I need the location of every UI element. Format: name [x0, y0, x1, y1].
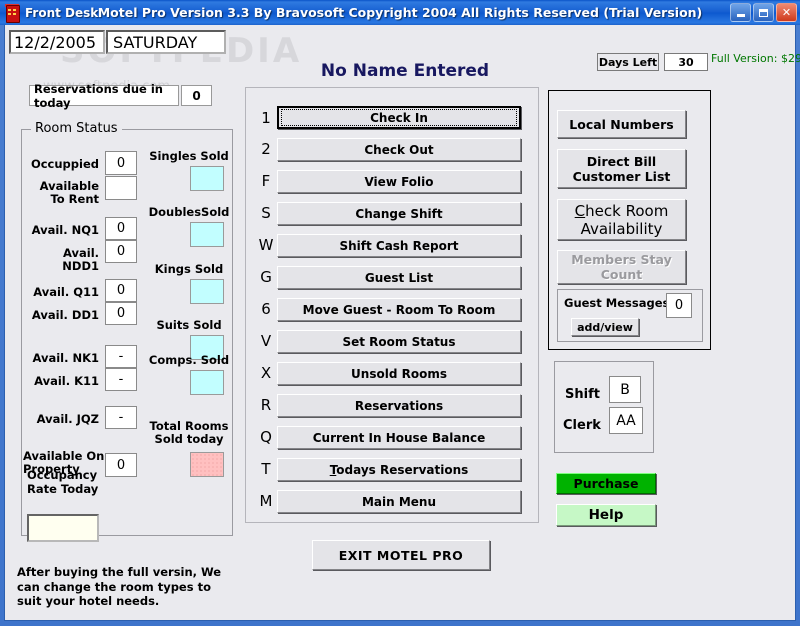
- room-status-title: Room Status: [31, 121, 122, 136]
- todays-reservations-button[interactable]: Todays Reservations: [277, 458, 521, 481]
- menu-key-s: S: [261, 204, 271, 222]
- sold-box-kings: [190, 279, 224, 304]
- footer-note: After buying the full versin, We can cha…: [17, 565, 222, 608]
- reservations-button[interactable]: Reservations: [277, 394, 521, 417]
- guest-name-display: No Name Entered: [320, 61, 490, 81]
- shift-cash-report-button[interactable]: Shift Cash Report: [277, 234, 521, 257]
- full-version-price: Full Version: $295.00: [711, 52, 800, 65]
- close-button[interactable]: ✕: [776, 3, 797, 22]
- view-folio-button[interactable]: View Folio: [277, 170, 521, 193]
- window-controls: ✕: [730, 3, 797, 22]
- move-guest-button[interactable]: Move Guest - Room To Room: [277, 298, 521, 321]
- room-status-value-available-to-rent: [105, 176, 137, 200]
- room-status-label-occupied: Occuppied: [30, 157, 99, 171]
- room-status-label-nq1: Avail. NQ1: [31, 223, 99, 237]
- title-bar: Front Desk Motel Pro Version 3.3 By Brav…: [0, 0, 800, 25]
- sold-label-total-rooms: Total Rooms Sold today: [149, 419, 229, 446]
- days-left-label: Days Left: [597, 53, 659, 71]
- room-status-value-q11: 0: [105, 279, 137, 302]
- sold-box-singles: [190, 166, 224, 191]
- menu-key-x: X: [260, 364, 272, 382]
- clerk-label: Clerk: [563, 418, 601, 433]
- guest-messages-label: Guest Messages: [564, 296, 670, 310]
- change-shift-button[interactable]: Change Shift: [277, 202, 521, 225]
- check-room-availability-button[interactable]: Check Room Availability: [557, 199, 686, 240]
- room-status-label-q11: Avail. Q11: [33, 285, 99, 299]
- room-status-label-jqz: Avail. JQZ: [36, 412, 99, 426]
- menu-key-g: G: [260, 268, 272, 286]
- room-status-label-nk1: Avail. NK1: [32, 351, 99, 365]
- direct-bill-customer-list-button[interactable]: Direct Bill Customer List: [557, 149, 686, 188]
- set-room-status-button[interactable]: Set Room Status: [277, 330, 521, 353]
- sold-label-singles: Singles Sold: [149, 149, 229, 163]
- local-numbers-button[interactable]: Local Numbers: [557, 110, 686, 138]
- maximize-button[interactable]: [753, 3, 774, 22]
- room-status-value-jqz: -: [105, 406, 137, 429]
- exit-motel-pro-button[interactable]: EXIT MOTEL PRO: [312, 540, 490, 570]
- days-left-value: 30: [664, 53, 708, 71]
- room-status-value-nq1: 0: [105, 217, 137, 240]
- minimize-button[interactable]: [730, 3, 751, 22]
- current-in-house-balance-button[interactable]: Current In House Balance: [277, 426, 521, 449]
- sold-label-kings: Kings Sold: [154, 262, 224, 276]
- room-status-label-ndd1: Avail. NDD1: [62, 246, 99, 273]
- room-status-value-occupied: 0: [105, 151, 137, 175]
- sold-box-comps: [190, 370, 224, 395]
- guest-messages-addview-button[interactable]: add/view: [571, 318, 639, 336]
- check-in-button[interactable]: Check In: [277, 106, 521, 129]
- motel-pro-window: Front Desk Motel Pro Version 3.3 By Brav…: [0, 0, 800, 626]
- check-room-availability-label: Check Room Availability: [574, 201, 669, 238]
- unsold-rooms-button[interactable]: Unsold Rooms: [277, 362, 521, 385]
- check-in-label: Check In: [281, 109, 517, 126]
- menu-key-t: T: [261, 460, 271, 478]
- minimize-icon: [736, 14, 745, 17]
- todays-reservations-label: Todays Reservations: [329, 462, 469, 477]
- shift-label: Shift: [565, 387, 600, 402]
- menu-key-f: F: [261, 172, 271, 190]
- room-status-value-dd1: 0: [105, 302, 137, 325]
- reservations-due-label: Reservations due in today: [29, 82, 179, 110]
- menu-key-m: M: [259, 492, 273, 510]
- clerk-value[interactable]: AA: [609, 407, 643, 434]
- menu-key-6: 6: [261, 300, 271, 318]
- maximize-icon: [759, 8, 768, 17]
- room-status-value-nk1: -: [105, 345, 137, 368]
- close-icon: ✕: [781, 6, 792, 19]
- menu-key-r: R: [260, 396, 272, 414]
- window-title: Motel Pro Version 3.3 By Bravosoft Copyr…: [97, 5, 703, 20]
- sold-box-total-rooms: [190, 452, 224, 477]
- purchase-button[interactable]: Purchase: [556, 473, 656, 494]
- room-status-value-ndd1: 0: [105, 240, 137, 263]
- help-button[interactable]: Help: [556, 504, 656, 526]
- hotel-building-icon: [3, 3, 21, 23]
- client-area: SOFTPEDIA www.softpedia.com 12/2/2005 SA…: [4, 25, 800, 621]
- guest-messages-count: 0: [666, 293, 692, 318]
- sold-label-comps: Comps. Sold: [148, 353, 230, 367]
- menu-key-q: Q: [260, 428, 272, 446]
- main-menu-button[interactable]: Main Menu: [277, 490, 521, 513]
- occupancy-rate-field[interactable]: [27, 514, 99, 542]
- sold-label-suits: Suits Sold: [156, 318, 222, 332]
- date-field[interactable]: 12/2/2005: [9, 30, 105, 54]
- sold-box-doubles: [190, 222, 224, 247]
- weekday-field[interactable]: SATURDAY: [106, 30, 226, 54]
- occupancy-rate-label: Occupancy Rate Today: [27, 468, 99, 496]
- members-stay-count-button: Members Stay Count: [557, 250, 686, 284]
- shift-value[interactable]: B: [609, 376, 641, 403]
- menu-key-2: 2: [261, 140, 271, 158]
- reservations-due-value: 0: [181, 85, 212, 106]
- room-status-label-available-to-rent: Available To Rent: [39, 179, 99, 206]
- check-out-button[interactable]: Check Out: [277, 138, 521, 161]
- room-status-value-k11: -: [105, 368, 137, 391]
- window-app-name: Front Desk: [25, 5, 99, 20]
- menu-key-w: W: [258, 236, 274, 254]
- room-status-label-k11: Avail. K11: [34, 374, 99, 388]
- guest-list-button[interactable]: Guest List: [277, 266, 521, 289]
- sold-label-doubles: DoublesSold: [148, 205, 230, 219]
- room-status-label-dd1: Avail. DD1: [31, 308, 99, 322]
- menu-key-1: 1: [261, 109, 271, 127]
- menu-key-v: V: [260, 332, 272, 350]
